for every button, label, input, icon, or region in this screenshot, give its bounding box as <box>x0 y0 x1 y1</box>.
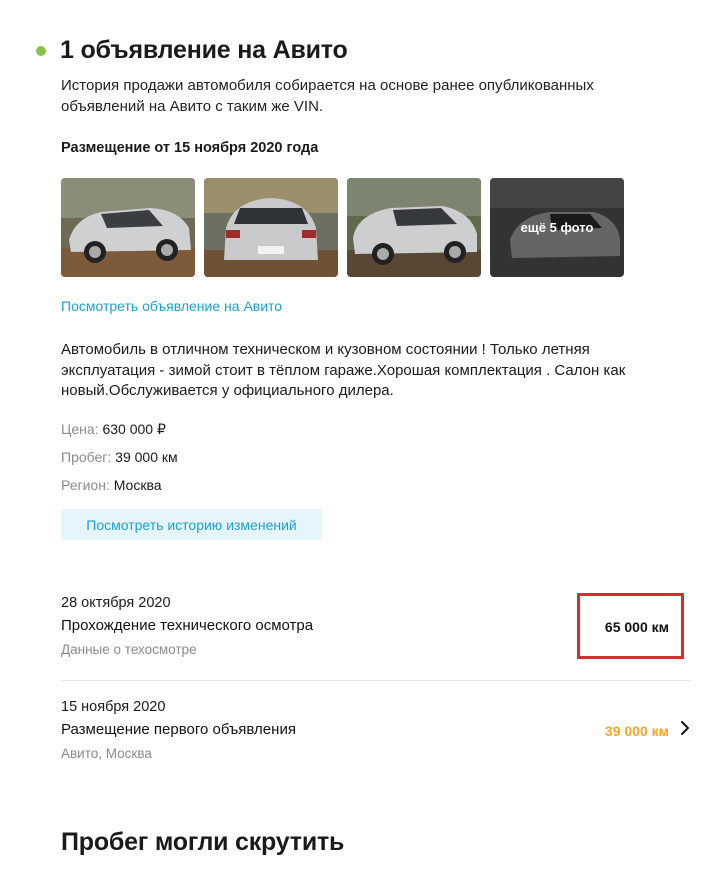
event-mileage: 39 000 км <box>604 723 669 739</box>
rollback-section-title: Пробег могли скрутить <box>61 828 345 856</box>
car-photo-3[interactable] <box>347 178 481 277</box>
status-dot <box>36 45 46 56</box>
listing-heading: Размещение от 15 ноября 2020 года <box>61 140 319 156</box>
price-value: 630 000 ₽ <box>102 421 166 437</box>
mileage-label: Пробег: <box>61 449 112 465</box>
mileage-row: Пробег: 39 000 км <box>61 449 178 465</box>
event-title: Размещение первого объявления <box>61 721 296 738</box>
intro-text: История продажи автомобиля собирается на… <box>61 77 594 115</box>
region-value: Москва <box>113 477 162 493</box>
divider <box>61 680 691 681</box>
highlight-box <box>577 593 684 659</box>
region-row: Регион: Москва <box>61 477 162 493</box>
section-title: 1 объявление на Авито <box>60 36 348 64</box>
car-photo-2[interactable] <box>204 178 338 277</box>
more-photos-label: ещё 5 фото <box>490 178 624 277</box>
region-label: Регион: <box>61 477 110 493</box>
listing-description: Автомобиль в отличном техническом и кузо… <box>61 341 626 399</box>
view-history-button[interactable]: Посмотреть историю изменений <box>61 509 322 540</box>
photo-gallery: ещё 5 фото <box>61 178 624 277</box>
event-first-listing[interactable]: 15 ноября 2020 Размещение первого объявл… <box>61 699 691 761</box>
price-row: Цена: 630 000 ₽ <box>61 421 166 438</box>
view-listing-link[interactable]: Посмотреть объявление на Авито <box>61 298 282 314</box>
more-photos-tile[interactable]: ещё 5 фото <box>490 178 624 277</box>
price-label: Цена: <box>61 421 99 437</box>
mileage-value: 39 000 км <box>115 449 178 465</box>
car-photo-1[interactable] <box>61 178 195 277</box>
event-subtitle: Авито, Москва <box>61 746 152 761</box>
section-header: 1 объявление на Авито <box>36 36 348 65</box>
event-date: 15 ноября 2020 <box>61 699 166 715</box>
chevron-right-icon[interactable] <box>678 721 692 735</box>
